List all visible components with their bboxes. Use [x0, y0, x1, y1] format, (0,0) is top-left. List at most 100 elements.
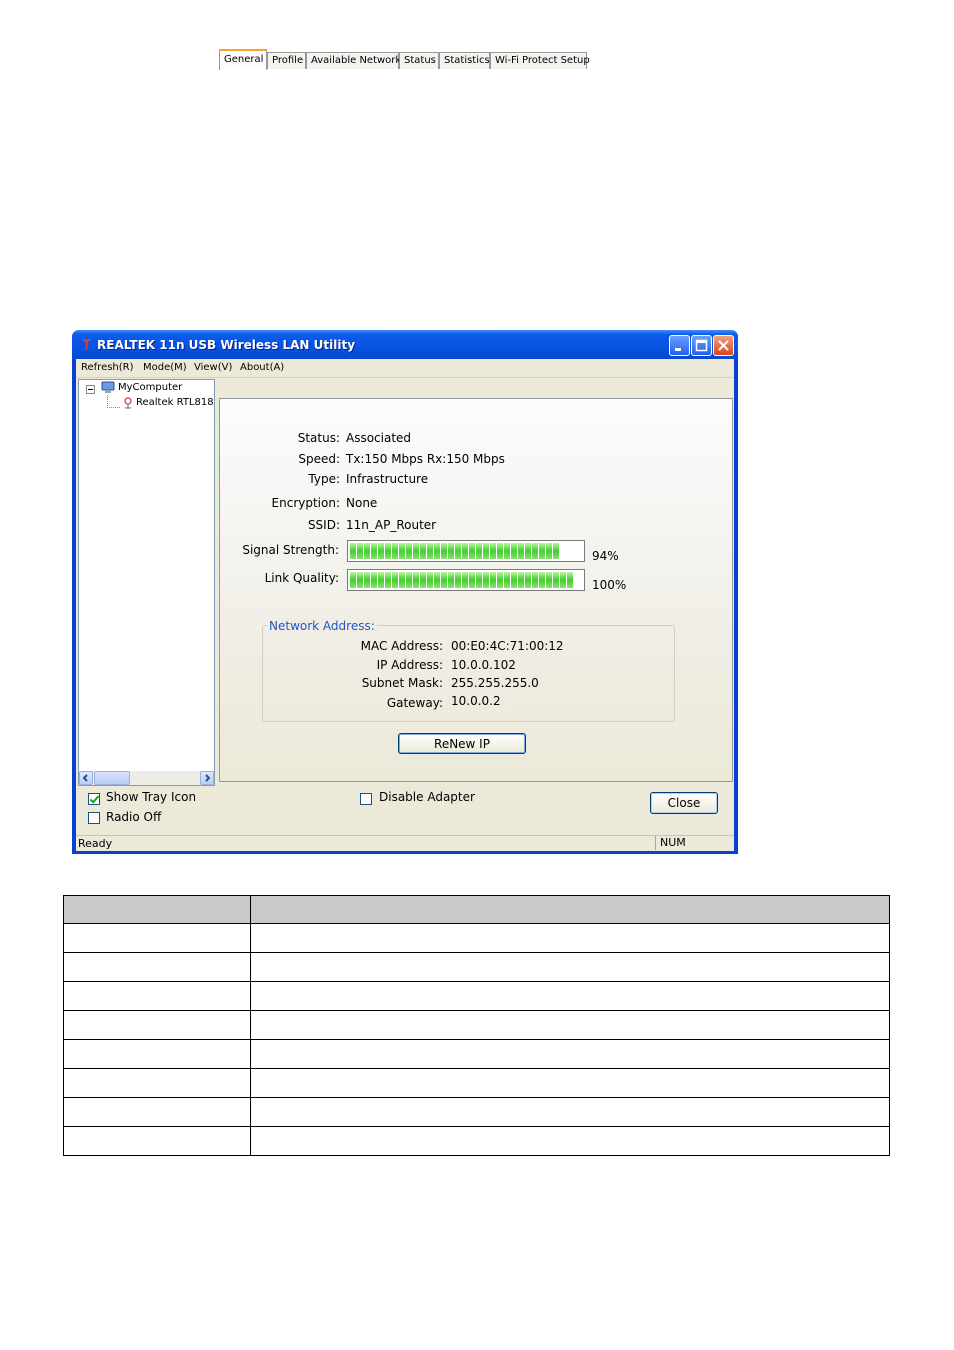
- ip-address-value: 10.0.0.102: [451, 658, 516, 672]
- bar-segment: [560, 572, 566, 588]
- menu-refresh[interactable]: Refresh(R): [81, 362, 134, 373]
- bar-segment: [490, 572, 496, 588]
- table-row: [63, 923, 890, 953]
- show-tray-icon-checkbox[interactable]: [88, 793, 100, 805]
- table-header-cell: [250, 895, 890, 924]
- gateway-value: 10.0.0.2: [451, 694, 501, 708]
- bar-segment: [532, 543, 538, 559]
- scroll-left-button[interactable]: [79, 771, 93, 785]
- signal-strength-fill: [350, 543, 582, 559]
- minimize-button[interactable]: [669, 335, 690, 356]
- close-button[interactable]: Close: [650, 792, 718, 814]
- table-cell: [63, 1039, 251, 1069]
- subnet-mask-value: 255.255.255.0: [451, 676, 539, 690]
- minimize-icon: [675, 348, 681, 351]
- speed-label: Speed:: [298, 452, 340, 466]
- table-cell: [63, 981, 251, 1011]
- bar-segment: [469, 543, 475, 559]
- tab-general[interactable]: General: [219, 49, 267, 70]
- bar-segment: [371, 543, 377, 559]
- window-close-button[interactable]: [713, 335, 734, 356]
- ip-address-label: IP Address:: [376, 658, 443, 672]
- tree-horizontal-scrollbar[interactable]: [79, 771, 214, 785]
- tab-statistics[interactable]: Statistics: [439, 52, 490, 69]
- signal-strength-percent: 94%: [592, 549, 619, 563]
- tab-status[interactable]: Status: [399, 52, 439, 69]
- status-label: Status:: [297, 431, 340, 445]
- table-row: [63, 1126, 890, 1156]
- bar-segment: [497, 543, 503, 559]
- menu-mode[interactable]: Mode(M): [143, 362, 187, 373]
- bar-segment: [392, 572, 398, 588]
- mac-address-label: MAC Address:: [360, 639, 443, 653]
- disable-adapter-label: Disable Adapter: [379, 790, 475, 804]
- bar-segment: [455, 543, 461, 559]
- bar-segment: [399, 543, 405, 559]
- table-cell: [250, 1068, 890, 1098]
- table-cell: [250, 923, 890, 953]
- table-cell: [250, 1039, 890, 1069]
- tab-profile[interactable]: Profile: [267, 52, 306, 69]
- bar-segment: [357, 543, 363, 559]
- table-cell: [250, 952, 890, 982]
- table-row: [63, 1097, 890, 1127]
- show-tray-icon-label: Show Tray Icon: [106, 790, 197, 804]
- link-quality-label: Link Quality:: [264, 571, 339, 585]
- bar-segment: [413, 572, 419, 588]
- bar-segment: [518, 572, 524, 588]
- bar-segment: [448, 543, 454, 559]
- table-row: [63, 1068, 890, 1098]
- device-tree[interactable]: MyComputer Realtek RTL818: [78, 379, 215, 786]
- tree-item-mycomputer[interactable]: MyComputer: [118, 382, 182, 393]
- bar-segment: [364, 543, 370, 559]
- bar-segment: [518, 543, 524, 559]
- bar-segment: [476, 572, 482, 588]
- renew-ip-button[interactable]: ReNew IP: [398, 733, 526, 754]
- link-quality-bar: [347, 569, 585, 591]
- table-cell: [250, 1097, 890, 1127]
- table-cell: [63, 923, 251, 953]
- maximize-button[interactable]: [691, 335, 712, 356]
- disable-adapter-checkbox[interactable]: [360, 793, 372, 805]
- table-cell: [63, 1068, 251, 1098]
- tree-item-adapter[interactable]: Realtek RTL818: [136, 397, 214, 408]
- speed-value: Tx:150 Mbps Rx:150 Mbps: [346, 452, 505, 466]
- bar-segment: [553, 572, 559, 588]
- bar-segment: [378, 543, 384, 559]
- bar-segment: [539, 543, 545, 559]
- scroll-right-button[interactable]: [200, 771, 214, 785]
- table-cell: [63, 1097, 251, 1127]
- subnet-mask-label: Subnet Mask:: [361, 676, 443, 690]
- description-table: [63, 895, 890, 1156]
- bar-segment: [504, 543, 510, 559]
- bar-segment: [350, 572, 356, 588]
- ssid-label: SSID:: [307, 518, 340, 532]
- close-icon: [718, 340, 729, 351]
- type-label: Type:: [308, 472, 340, 486]
- radio-off-label: Radio Off: [106, 810, 162, 824]
- wireless-adapter-icon: [124, 397, 132, 409]
- table-row: [63, 981, 890, 1011]
- scroll-thumb[interactable]: [94, 771, 130, 785]
- radio-off-checkbox[interactable]: [88, 812, 100, 824]
- menu-view[interactable]: View(V): [194, 362, 232, 373]
- tree-collapse-icon[interactable]: [86, 385, 95, 394]
- bar-segment: [462, 572, 468, 588]
- bar-segment: [483, 572, 489, 588]
- bar-segment: [462, 543, 468, 559]
- bar-segment: [504, 572, 510, 588]
- title-bar[interactable]: REALTEK 11n USB Wireless LAN Utility: [72, 330, 738, 359]
- menu-about[interactable]: About(A): [240, 362, 284, 373]
- tab-available-network[interactable]: Available Network: [306, 52, 401, 69]
- bar-segment: [350, 543, 356, 559]
- table-row: [63, 1039, 890, 1069]
- table-row: [63, 952, 890, 982]
- type-value: Infrastructure: [346, 472, 429, 486]
- bar-segment: [364, 572, 370, 588]
- chevron-right-icon: [205, 774, 211, 782]
- chevron-left-icon: [82, 774, 88, 782]
- tab-wifi-protect-setup[interactable]: Wi-Fi Protect Setup: [490, 52, 590, 69]
- bar-segment: [434, 572, 440, 588]
- bar-segment: [483, 543, 489, 559]
- bar-segment: [434, 543, 440, 559]
